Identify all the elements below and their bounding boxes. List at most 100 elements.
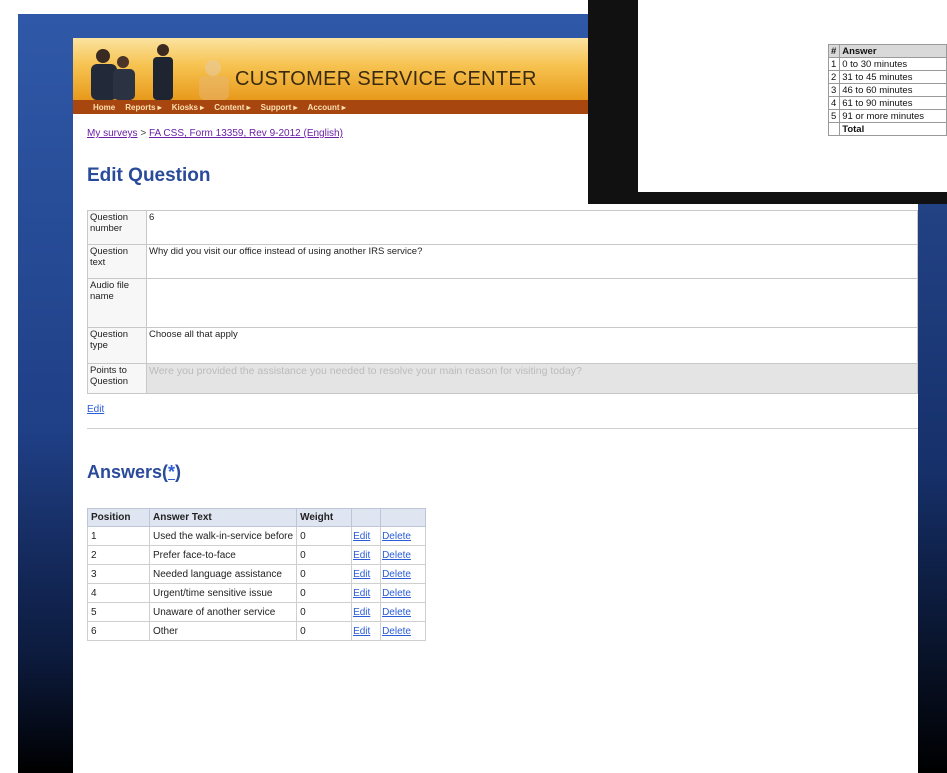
col-edit (351, 508, 382, 527)
delete-answer-link[interactable]: Delete (382, 531, 411, 542)
inset-answer: 61 to 90 minutes (839, 96, 947, 110)
edit-answer-link[interactable]: Edit (353, 550, 370, 561)
answer-position: 2 (87, 545, 150, 565)
table-row: 4 Urgent/time sensitive issue 0 Edit Del… (87, 583, 427, 603)
inset-number (827, 122, 841, 136)
inset-page: # Answer 10 to 30 minutes 2 31 to 45 minu… (638, 0, 947, 192)
answer-text: Other (148, 621, 298, 641)
table-row: 5 Unaware of another service 0 Edit Dele… (87, 602, 427, 622)
inset-header-row: # Answer (827, 44, 947, 58)
breadcrumb: My surveys > FA CSS, Form 13359, Rev 9-2… (87, 128, 343, 139)
audio-file-label: Audio file name (87, 278, 147, 328)
col-position: Position (87, 508, 150, 527)
answers-header-row: Position Answer Text Weight (87, 508, 427, 527)
table-row: 1 Used the walk-in-service before 0 Edit… (87, 526, 427, 546)
answers-table: Position Answer Text Weight 1 Used the w… (87, 508, 427, 641)
question-type-row: Question type Choose all that apply (87, 327, 918, 364)
inset-number: 4 (827, 96, 841, 110)
audio-file-value (146, 278, 918, 328)
answer-position: 1 (87, 526, 150, 546)
delete-answer-link[interactable]: Delete (382, 626, 411, 637)
inset-answer: 0 to 30 minutes (839, 57, 947, 71)
edit-answer-link[interactable]: Edit (353, 531, 370, 542)
breadcrumb-separator: > (137, 128, 149, 139)
question-type-value: Choose all that apply (146, 327, 918, 364)
inset-number: 3 (827, 83, 841, 97)
table-row: 3 Needed language assistance 0 Edit Dele… (87, 564, 427, 584)
answers-heading-text: Answers( (87, 462, 169, 482)
breadcrumb-my-surveys-link[interactable]: My surveys (87, 128, 138, 139)
points-to-question-label: Points to Question (87, 363, 147, 394)
question-text-row: Question text Why did you visit our offi… (87, 244, 918, 279)
answer-weight: 0 (296, 526, 353, 546)
inset-row: 10 to 30 minutes (827, 57, 947, 71)
answer-position: 4 (87, 583, 150, 603)
table-row: 6 Other 0 Edit Delete (87, 621, 427, 641)
inset-row: 3 46 to 60 minutes (827, 83, 947, 97)
edit-answer-link[interactable]: Edit (353, 607, 370, 618)
answer-text: Unaware of another service (148, 602, 298, 622)
answer-weight: 0 (296, 602, 353, 622)
question-number-row: Question number 6 (87, 210, 918, 245)
nav-content[interactable]: Content ▸ (214, 103, 250, 112)
site-title: CUSTOMER SERVICE CENTER (235, 68, 537, 90)
inset-number: 2 (827, 70, 841, 84)
audio-file-row: Audio file name (87, 278, 918, 328)
col-answer-text: Answer Text (148, 508, 298, 527)
nav-account[interactable]: Account ▸ (308, 103, 346, 112)
inset-col-answer: Answer (839, 44, 947, 58)
inset-screenshot: # Answer 10 to 30 minutes 2 31 to 45 minu… (588, 0, 947, 204)
edit-answer-link[interactable]: Edit (353, 569, 370, 580)
answer-text: Used the walk-in-service before (148, 526, 298, 546)
breadcrumb-survey-link[interactable]: FA CSS, Form 13359, Rev 9-2012 (English) (149, 128, 343, 139)
answer-weight: 0 (296, 621, 353, 641)
edit-answer-link[interactable]: Edit (353, 626, 370, 637)
points-to-question-row: Points to Question Were you provided the… (87, 363, 918, 394)
delete-answer-link[interactable]: Delete (382, 569, 411, 580)
answer-position: 5 (87, 602, 150, 622)
inset-answer: 91 or more minutes (839, 109, 947, 123)
edit-answer-link[interactable]: Edit (353, 588, 370, 599)
nav-kiosks[interactable]: Kiosks ▸ (172, 103, 204, 112)
answer-text: Needed language assistance (148, 564, 298, 584)
answer-position: 6 (87, 621, 150, 641)
edit-question-link[interactable]: Edit (87, 404, 104, 415)
inset-number: 5 (827, 109, 841, 123)
nav-support[interactable]: Support ▸ (261, 103, 298, 112)
answers-heading-close: ) (175, 462, 182, 482)
points-to-question-value: Were you provided the assistance you nee… (146, 363, 918, 394)
delete-answer-link[interactable]: Delete (382, 550, 411, 561)
inset-number: 1 (827, 57, 841, 71)
col-delete (380, 508, 427, 527)
delete-answer-link[interactable]: Delete (382, 607, 411, 618)
col-weight: Weight (296, 508, 353, 527)
inset-col-number: # (827, 44, 841, 58)
inset-answer: 31 to 45 minutes (839, 70, 947, 84)
answer-weight: 0 (296, 545, 353, 565)
inset-answer: 46 to 60 minutes (839, 83, 947, 97)
answers-heading: Answers(*) (87, 462, 181, 483)
question-details-table: Question number 6 Question text Why did … (87, 210, 918, 394)
inset-row: 2 31 to 45 minutes (827, 70, 947, 84)
answer-weight: 0 (296, 564, 353, 584)
inset-row: 4 61 to 90 minutes (827, 96, 947, 110)
inset-total-row: Total (827, 122, 947, 136)
question-text-label: Question text (87, 244, 147, 279)
answer-text: Prefer face-to-face (148, 545, 298, 565)
nav-home[interactable]: Home (93, 103, 115, 112)
question-text-value: Why did you visit our office instead of … (146, 244, 918, 279)
answer-weight: 0 (296, 583, 353, 603)
answers-help-link[interactable]: * (168, 462, 175, 482)
question-number-label: Question number (87, 210, 147, 245)
question-number-value: 6 (146, 210, 918, 245)
divider (87, 428, 918, 429)
inset-row: 5 91 or more minutes (827, 109, 947, 123)
answer-position: 3 (87, 564, 150, 584)
delete-answer-link[interactable]: Delete (382, 588, 411, 599)
answer-text: Urgent/time sensitive issue (148, 583, 298, 603)
table-row: 2 Prefer face-to-face 0 Edit Delete (87, 545, 427, 565)
inset-total: Total (839, 122, 947, 136)
nav-reports[interactable]: Reports ▸ (125, 103, 161, 112)
question-type-label: Question type (87, 327, 147, 364)
page-title: Edit Question (87, 165, 211, 186)
